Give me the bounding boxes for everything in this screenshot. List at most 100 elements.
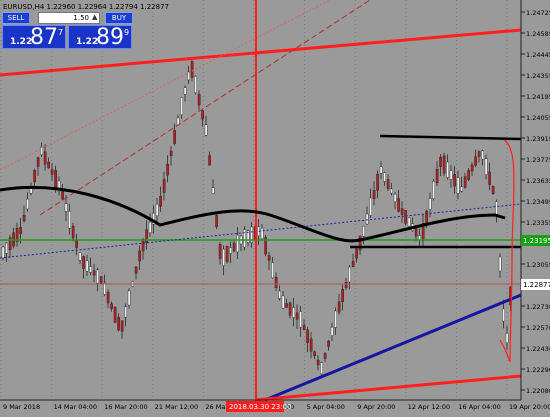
price-tick-label: 1.23355 bbox=[526, 219, 550, 227]
candle-body bbox=[22, 214, 26, 222]
candle-body bbox=[222, 249, 225, 266]
time-tick-label: 12 Apr 12:00 bbox=[408, 403, 450, 411]
price-tick-label: 1.22570 bbox=[526, 324, 550, 332]
candle-body bbox=[467, 170, 470, 180]
candle-body bbox=[33, 169, 36, 183]
buy-price-prefix: 1.22 bbox=[76, 37, 99, 47]
candle-body bbox=[316, 359, 320, 366]
time-tick-label: 5 Apr 04:00 bbox=[307, 403, 345, 411]
candle-body bbox=[414, 228, 418, 237]
candle-body bbox=[295, 312, 299, 320]
candle-body bbox=[180, 97, 183, 116]
buy-button[interactable]: BUY bbox=[105, 12, 133, 24]
price-tick-label: 1.23775 bbox=[526, 156, 550, 164]
candle-body bbox=[61, 191, 64, 200]
price-tick-label: 1.24585 bbox=[526, 30, 550, 38]
candle-body bbox=[495, 201, 498, 215]
candle-body bbox=[484, 158, 488, 175]
candle-body bbox=[271, 262, 274, 279]
candle-body bbox=[190, 61, 194, 78]
candle-body bbox=[54, 170, 57, 188]
candle-body bbox=[145, 229, 148, 244]
sell-price-big: 87 bbox=[30, 25, 58, 50]
candle-body bbox=[474, 156, 477, 166]
candle-body bbox=[281, 295, 285, 309]
candle-body bbox=[1, 246, 5, 259]
candle-body bbox=[302, 325, 306, 330]
candle-body bbox=[215, 215, 218, 227]
candle-body bbox=[456, 177, 460, 194]
candle-body bbox=[372, 190, 376, 199]
candle-body bbox=[110, 303, 113, 309]
price-tick-label: 1.22080 bbox=[526, 387, 550, 395]
candle-body bbox=[113, 307, 117, 323]
time-tick-label: 9 Apr 20:00 bbox=[357, 403, 395, 411]
candle-body bbox=[502, 308, 505, 322]
candle-body bbox=[337, 301, 341, 313]
sell-price-box[interactable]: 1.22 87 7 bbox=[2, 25, 66, 50]
chart-window[interactable]: 1.24725 1.24585 1.24445 1.24355 1.24195 1.240… bbox=[0, 0, 550, 413]
candle-body bbox=[267, 255, 271, 261]
candle-body bbox=[460, 186, 463, 192]
candle-body bbox=[36, 157, 40, 167]
candle-body bbox=[85, 260, 89, 272]
candle-body bbox=[505, 333, 509, 343]
candle-body bbox=[362, 225, 365, 237]
candle-body bbox=[453, 174, 456, 187]
buy-price-box[interactable]: 1.22 89 9 bbox=[68, 25, 132, 50]
candle-body bbox=[183, 87, 187, 95]
candle-body bbox=[344, 282, 348, 288]
candle-body bbox=[397, 198, 400, 212]
candle-body bbox=[117, 317, 120, 331]
candle-body bbox=[166, 163, 169, 176]
candle-body bbox=[75, 240, 78, 248]
candle-body bbox=[141, 239, 145, 251]
candle-body bbox=[71, 225, 75, 239]
candle-body bbox=[68, 211, 71, 229]
candle-body bbox=[218, 244, 222, 259]
candle-body bbox=[355, 248, 358, 259]
candle-body bbox=[229, 247, 232, 254]
candle-body bbox=[134, 266, 138, 274]
sell-button[interactable]: SELL bbox=[2, 12, 30, 24]
candle-body bbox=[225, 246, 229, 262]
candle-body bbox=[477, 151, 481, 157]
time-tick-label: 21 Mar 12:00 bbox=[155, 403, 198, 411]
candle-body bbox=[428, 198, 432, 210]
candle-body bbox=[435, 169, 439, 183]
candle-body bbox=[376, 173, 379, 191]
candle-body bbox=[260, 228, 264, 239]
buy-price-sup: 9 bbox=[124, 28, 130, 37]
lot-size-input[interactable]: 1.50 bbox=[38, 12, 100, 24]
candle-body bbox=[463, 176, 467, 188]
price-tick-label: 1.22290 bbox=[526, 366, 550, 374]
candle-body bbox=[92, 270, 96, 276]
candle-body bbox=[103, 282, 106, 295]
plot-area bbox=[0, 0, 521, 400]
price-tick-label: 1.23635 bbox=[526, 177, 550, 185]
time-tick-label: 16 Mar 20:00 bbox=[104, 403, 147, 411]
candle-body bbox=[292, 307, 295, 318]
candle-body bbox=[169, 150, 173, 156]
candle-body bbox=[173, 130, 176, 144]
candle-body bbox=[334, 310, 337, 328]
candle-body bbox=[176, 117, 180, 125]
price-tick-label: 1.24725 bbox=[526, 9, 550, 17]
candle-body bbox=[449, 170, 453, 180]
candle-body bbox=[162, 179, 166, 193]
price-tick-label: 1.22730 bbox=[526, 303, 550, 311]
candle-body bbox=[323, 353, 327, 359]
candle-body bbox=[43, 151, 47, 165]
lot-increase-icon[interactable]: ▲ bbox=[92, 13, 97, 22]
candle-body bbox=[432, 181, 435, 199]
candle-body bbox=[320, 362, 323, 375]
candle-body bbox=[351, 261, 355, 267]
price-chart[interactable]: 1.24725 1.24585 1.24445 1.24355 1.24195 1.240… bbox=[0, 0, 550, 413]
time-tick-label: 19 Apr 20:00 bbox=[509, 403, 550, 411]
candle-body bbox=[99, 276, 103, 284]
one-click-trading-panel: SELL ▼ 1.50 ▲ BUY 1.22 87 7 1.22 89 9 bbox=[2, 12, 133, 50]
candle-body bbox=[204, 124, 208, 136]
candle-body bbox=[50, 169, 54, 175]
candle-body bbox=[498, 256, 502, 272]
time-tick-label: 9 Mar 2018 bbox=[3, 403, 40, 411]
